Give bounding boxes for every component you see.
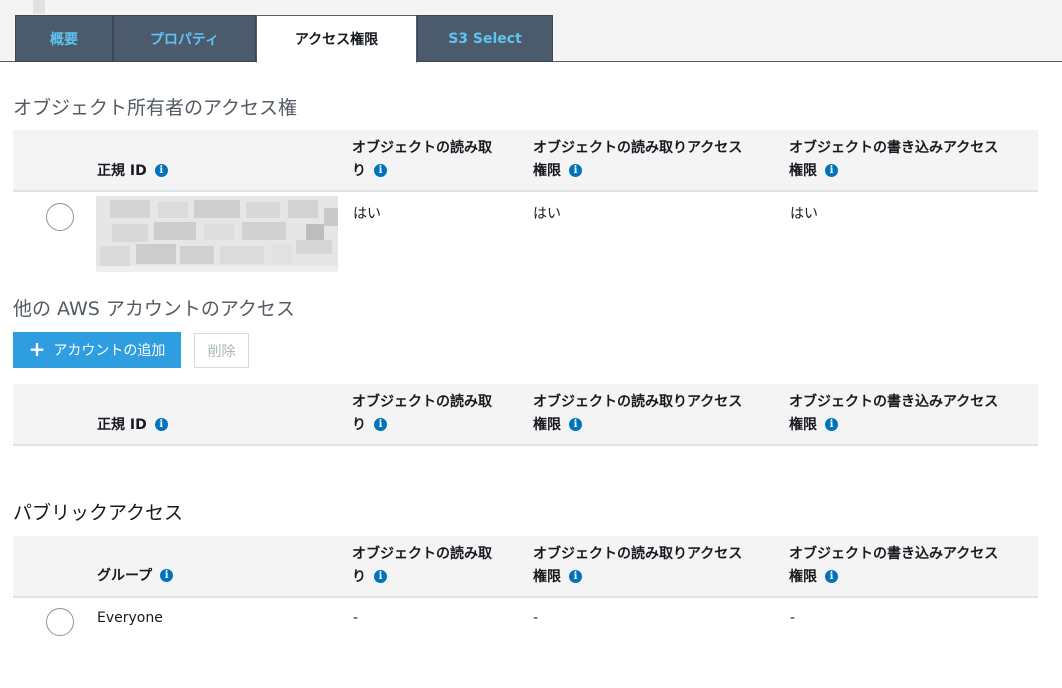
header-label: 権限 bbox=[789, 569, 817, 585]
info-icon[interactable]: i bbox=[825, 417, 838, 431]
owner-row-radio[interactable] bbox=[46, 203, 74, 231]
header-label: オブジェクトの書き込みアクセス bbox=[789, 140, 999, 156]
header-write-acl: オブジェクトの書き込みアクセス 権限 i bbox=[789, 543, 998, 589]
public-read-object-value: - bbox=[353, 610, 359, 626]
tab-properties[interactable]: プロパティ bbox=[113, 15, 256, 62]
public-write-acl-value: - bbox=[790, 610, 796, 626]
public-table-header: グループ i オブジェクトの読み取 りi オブジェクトの読み取りアクセス 権限 i … bbox=[13, 536, 1038, 598]
header-write-acl: オブジェクトの書き込みアクセス 権限 i bbox=[789, 391, 998, 437]
tab-s3-select[interactable]: S3 Select bbox=[417, 15, 553, 62]
redacted-canonical-id bbox=[96, 196, 338, 272]
info-icon[interactable]: i bbox=[374, 417, 387, 431]
tab-permissions[interactable]: アクセス権限 bbox=[256, 15, 417, 63]
other-accounts-table-header: 正規 ID i オブジェクトの読み取 りi オブジェクトの読み取りアクセス 権限 i… bbox=[13, 384, 1038, 446]
header-group: グループ i bbox=[97, 565, 174, 588]
header-label: り bbox=[352, 417, 366, 433]
decorative-notch bbox=[33, 0, 45, 14]
info-icon[interactable]: i bbox=[569, 163, 582, 177]
everyone-row-radio[interactable] bbox=[46, 608, 74, 636]
header-label: 権限 bbox=[533, 569, 561, 585]
header-label: 正規 ID bbox=[97, 417, 147, 433]
header-label: オブジェクトの読み取 bbox=[352, 140, 492, 156]
header-read-acl: オブジェクトの読み取りアクセス 権限 i bbox=[533, 137, 742, 183]
info-icon[interactable]: i bbox=[569, 417, 582, 431]
header-label: オブジェクトの読み取りアクセス bbox=[533, 394, 743, 410]
add-account-button[interactable]: + アカウントの追加 bbox=[13, 332, 181, 368]
info-icon[interactable]: i bbox=[825, 163, 838, 177]
owner-table-header: 正規 ID i オブジェクトの読み取 りi オブジェクトの読み取りアクセス 権限 i… bbox=[13, 130, 1038, 192]
info-icon[interactable]: i bbox=[154, 417, 168, 431]
header-label: 正規 ID bbox=[97, 163, 147, 179]
header-label: オブジェクトの書き込みアクセス bbox=[789, 546, 999, 562]
header-canonical-id: 正規 ID i bbox=[97, 160, 168, 183]
info-icon[interactable]: i bbox=[160, 568, 174, 582]
header-label: 権限 bbox=[533, 163, 561, 179]
header-label: オブジェクトの書き込みアクセス bbox=[789, 394, 999, 410]
public-access-section-title: パブリックアクセス bbox=[13, 502, 184, 524]
header-label: オブジェクトの読み取りアクセス bbox=[533, 140, 743, 156]
header-read-acl: オブジェクトの読み取りアクセス 権限 i bbox=[533, 391, 742, 437]
header-read-object: オブジェクトの読み取 りi bbox=[352, 137, 492, 183]
header-read-object: オブジェクトの読み取 りi bbox=[352, 391, 492, 437]
info-icon[interactable]: i bbox=[374, 163, 387, 177]
header-label: り bbox=[352, 569, 366, 585]
info-icon[interactable]: i bbox=[374, 569, 387, 583]
header-label: 権限 bbox=[533, 417, 561, 433]
public-read-acl-value: - bbox=[533, 610, 539, 626]
header-label: 権限 bbox=[789, 163, 817, 179]
owner-section-title: オブジェクト所有者のアクセス権 bbox=[13, 97, 298, 119]
info-icon[interactable]: i bbox=[825, 569, 838, 583]
add-account-label: アカウントの追加 bbox=[53, 343, 166, 359]
header-read-object: オブジェクトの読み取 りi bbox=[352, 543, 492, 589]
header-canonical-id: 正規 ID i bbox=[97, 414, 168, 437]
header-label: 権限 bbox=[789, 417, 817, 433]
header-label: グループ bbox=[97, 568, 153, 584]
header-label: り bbox=[352, 163, 366, 179]
plus-icon: + bbox=[28, 337, 46, 361]
owner-read-object-value: はい bbox=[353, 206, 381, 222]
header-label: オブジェクトの読み取りアクセス bbox=[533, 546, 743, 562]
owner-write-acl-value: はい bbox=[790, 206, 818, 222]
owner-read-acl-value: はい bbox=[533, 206, 561, 222]
header-label: オブジェクトの読み取 bbox=[352, 546, 492, 562]
other-accounts-section-title: 他の AWS アカウントのアクセス bbox=[13, 298, 295, 320]
info-icon[interactable]: i bbox=[569, 569, 582, 583]
header-label: オブジェクトの読み取 bbox=[352, 394, 492, 410]
info-icon[interactable]: i bbox=[154, 163, 168, 177]
tab-overview[interactable]: 概要 bbox=[15, 15, 113, 62]
delete-button[interactable]: 削除 bbox=[194, 333, 249, 368]
header-read-acl: オブジェクトの読み取りアクセス 権限 i bbox=[533, 543, 742, 589]
group-everyone: Everyone bbox=[97, 610, 163, 626]
header-write-acl: オブジェクトの書き込みアクセス 権限 i bbox=[789, 137, 998, 183]
